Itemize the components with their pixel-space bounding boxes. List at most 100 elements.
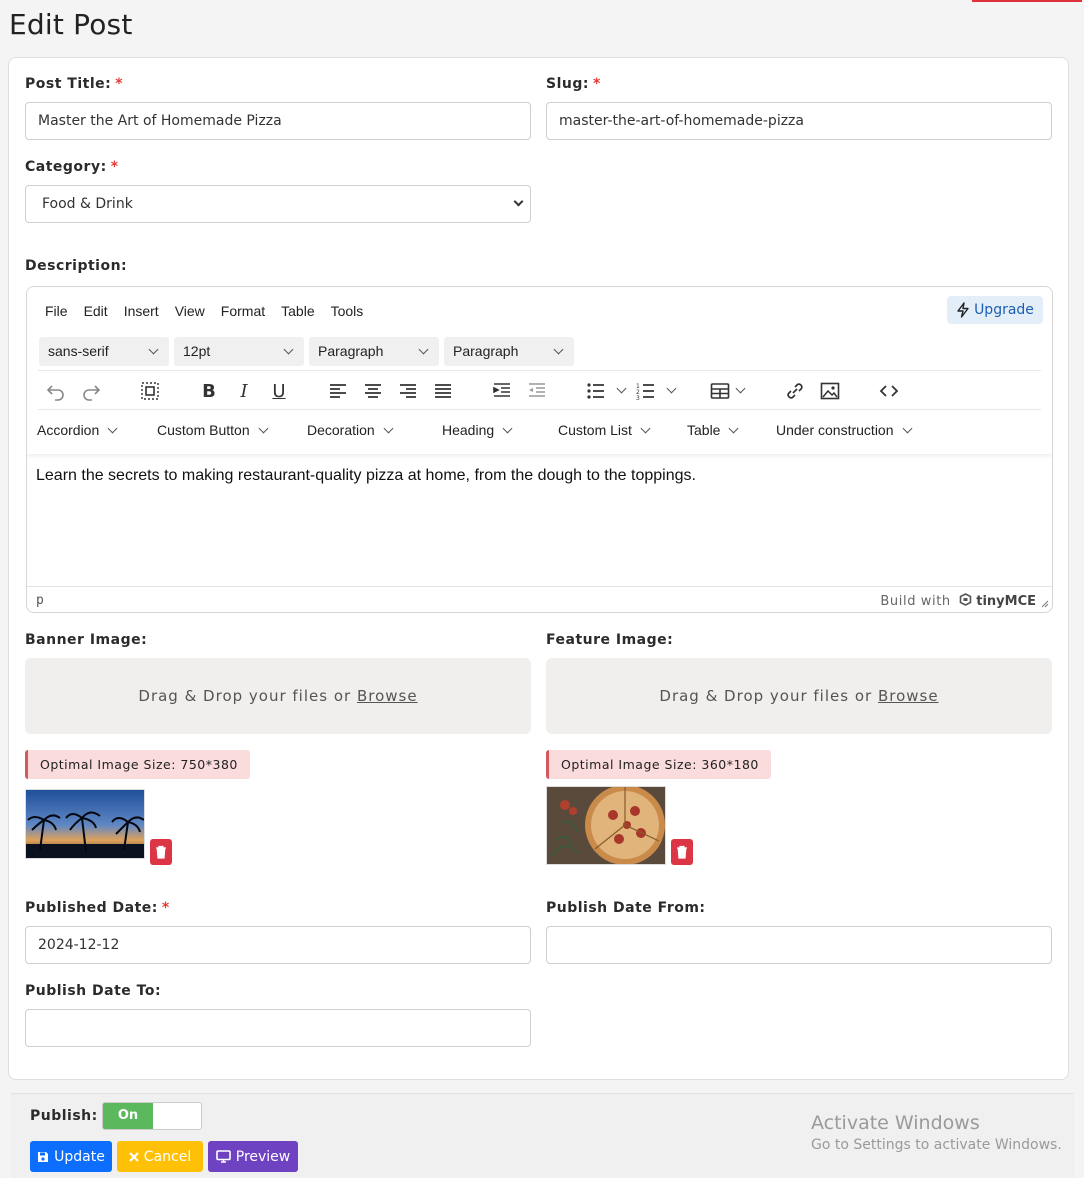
table-icon[interactable] xyxy=(708,379,732,403)
publish-toggle[interactable]: On xyxy=(102,1102,202,1130)
edit-post-card: Post Title: * Master the Art of Homemade … xyxy=(8,57,1069,1080)
indent-icon[interactable] xyxy=(490,379,514,403)
delete-feature-button[interactable] xyxy=(671,839,693,865)
chevron-down-icon xyxy=(502,423,513,434)
source-code-icon[interactable] xyxy=(877,379,901,403)
plugin-custom-button[interactable]: Custom Button xyxy=(157,422,269,438)
image-icon[interactable] xyxy=(818,379,842,403)
plugin-accordion[interactable]: Accordion xyxy=(37,422,118,438)
category-select[interactable]: Food & Drink xyxy=(25,185,531,223)
banner-image-thumbnail xyxy=(25,789,145,859)
plugin-table[interactable]: Table xyxy=(687,422,739,438)
outdent-icon[interactable] xyxy=(525,379,549,403)
lightning-icon xyxy=(957,302,969,318)
trash-icon xyxy=(156,845,166,859)
brand-prefix: Build with xyxy=(880,594,951,609)
feature-browse-link[interactable]: Browse xyxy=(878,687,939,705)
delete-banner-button[interactable] xyxy=(150,839,172,865)
numbered-list-icon[interactable]: 123 xyxy=(634,379,658,403)
chevron-down-icon xyxy=(729,423,739,434)
publish-date-from-input[interactable] xyxy=(546,926,1052,964)
banner-image-label: Banner Image: xyxy=(25,632,148,648)
feature-image-label: Feature Image: xyxy=(546,632,674,648)
chevron-down-icon xyxy=(107,423,118,434)
update-button[interactable]: Update xyxy=(30,1141,112,1172)
select-all-icon[interactable] xyxy=(138,379,162,403)
category-label: Category: * xyxy=(25,159,119,175)
chevron-down-icon xyxy=(383,423,394,434)
cancel-button[interactable]: Cancel xyxy=(117,1141,203,1172)
chevron-down-icon xyxy=(283,344,294,355)
slug-label: Slug: * xyxy=(546,76,601,92)
menu-format[interactable]: Format xyxy=(213,303,273,319)
bold-icon[interactable]: B xyxy=(197,379,221,403)
chevron-down-icon xyxy=(258,423,269,434)
element-path[interactable]: p xyxy=(36,593,44,608)
banner-browse-link[interactable]: Browse xyxy=(357,687,418,705)
plugin-heading[interactable]: Heading xyxy=(442,422,513,438)
undo-icon[interactable] xyxy=(44,379,68,403)
block-format-dropdown[interactable]: Paragraph xyxy=(309,337,439,366)
resize-handle-icon[interactable] xyxy=(1041,600,1049,608)
menu-insert[interactable]: Insert xyxy=(116,303,167,319)
editor-format-toolbar: B I U 123 xyxy=(38,370,1041,410)
trash-icon xyxy=(677,845,687,859)
publish-label: Publish: xyxy=(30,1108,98,1124)
font-family-value: sans-serif xyxy=(48,343,109,359)
banner-image-dropzone[interactable]: Drag & Drop your files or Browse xyxy=(25,658,531,734)
font-family-dropdown[interactable]: sans-serif xyxy=(39,337,169,366)
menu-edit[interactable]: Edit xyxy=(76,303,116,319)
font-size-dropdown[interactable]: 12pt xyxy=(174,337,304,366)
chevron-down-icon[interactable] xyxy=(735,383,746,394)
post-title-label: Post Title: * xyxy=(25,76,124,92)
svg-text:3: 3 xyxy=(636,395,640,401)
chevron-down-icon xyxy=(640,423,651,434)
align-right-icon[interactable] xyxy=(396,379,420,403)
watermark-subtitle: Go to Settings to activate Windows. xyxy=(811,1137,1062,1153)
publish-date-from-label: Publish Date From: xyxy=(546,900,706,916)
published-date-input[interactable]: 2024-12-12 xyxy=(25,926,531,964)
menu-tools[interactable]: Tools xyxy=(323,303,372,319)
chevron-down-icon[interactable] xyxy=(616,383,627,394)
underline-icon[interactable]: U xyxy=(267,379,291,403)
preview-label: Preview xyxy=(235,1148,291,1165)
publish-toggle-on: On xyxy=(103,1103,153,1129)
cancel-label: Cancel xyxy=(143,1148,192,1165)
category-select-value: Food & Drink xyxy=(42,196,133,212)
block-format-value-2: Paragraph xyxy=(453,343,519,359)
redo-icon[interactable] xyxy=(79,379,103,403)
chevron-down-icon xyxy=(148,344,159,355)
plugin-custom-list[interactable]: Custom List xyxy=(558,422,651,438)
chevron-down-icon xyxy=(553,344,564,355)
link-icon[interactable] xyxy=(783,379,807,403)
rich-text-editor: File Edit Insert View Format Table Tools… xyxy=(26,286,1053,613)
align-left-icon[interactable] xyxy=(326,379,350,403)
align-justify-icon[interactable] xyxy=(431,379,455,403)
tinymce-branding[interactable]: Build with tinyMCE xyxy=(880,593,1036,609)
feature-image-dropzone[interactable]: Drag & Drop your files or Browse xyxy=(546,658,1052,734)
publish-date-to-input[interactable] xyxy=(25,1009,531,1047)
editor-statusbar: p Build with tinyMCE xyxy=(27,586,1052,612)
menu-view[interactable]: View xyxy=(167,303,213,319)
upgrade-button[interactable]: Upgrade xyxy=(947,296,1043,324)
post-title-input[interactable]: Master the Art of Homemade Pizza xyxy=(25,102,531,140)
action-footer: Publish: On Update Cancel Preview Activa… xyxy=(11,1093,1074,1178)
menu-file[interactable]: File xyxy=(37,303,76,319)
chevron-down-icon[interactable] xyxy=(666,383,677,394)
brand-name: tinyMCE xyxy=(976,594,1036,609)
bullet-list-icon[interactable] xyxy=(584,379,608,403)
slug-input[interactable]: master-the-art-of-homemade-pizza xyxy=(546,102,1052,140)
italic-icon[interactable]: I xyxy=(232,379,256,403)
plugin-decoration[interactable]: Decoration xyxy=(307,422,394,438)
preview-button[interactable]: Preview xyxy=(208,1141,298,1172)
chevron-down-icon xyxy=(513,196,524,207)
editor-content[interactable]: Learn the secrets to making restaurant-q… xyxy=(36,467,696,485)
feature-image-thumbnail xyxy=(546,786,666,865)
menu-table[interactable]: Table xyxy=(273,303,322,319)
block-format-dropdown-2[interactable]: Paragraph xyxy=(444,337,574,366)
align-center-icon[interactable] xyxy=(361,379,385,403)
banner-size-hint: Optimal Image Size: 750*380 xyxy=(25,750,250,779)
save-icon xyxy=(38,1151,49,1162)
font-size-value: 12pt xyxy=(183,343,211,359)
plugin-under-construction[interactable]: Under construction xyxy=(776,422,912,438)
